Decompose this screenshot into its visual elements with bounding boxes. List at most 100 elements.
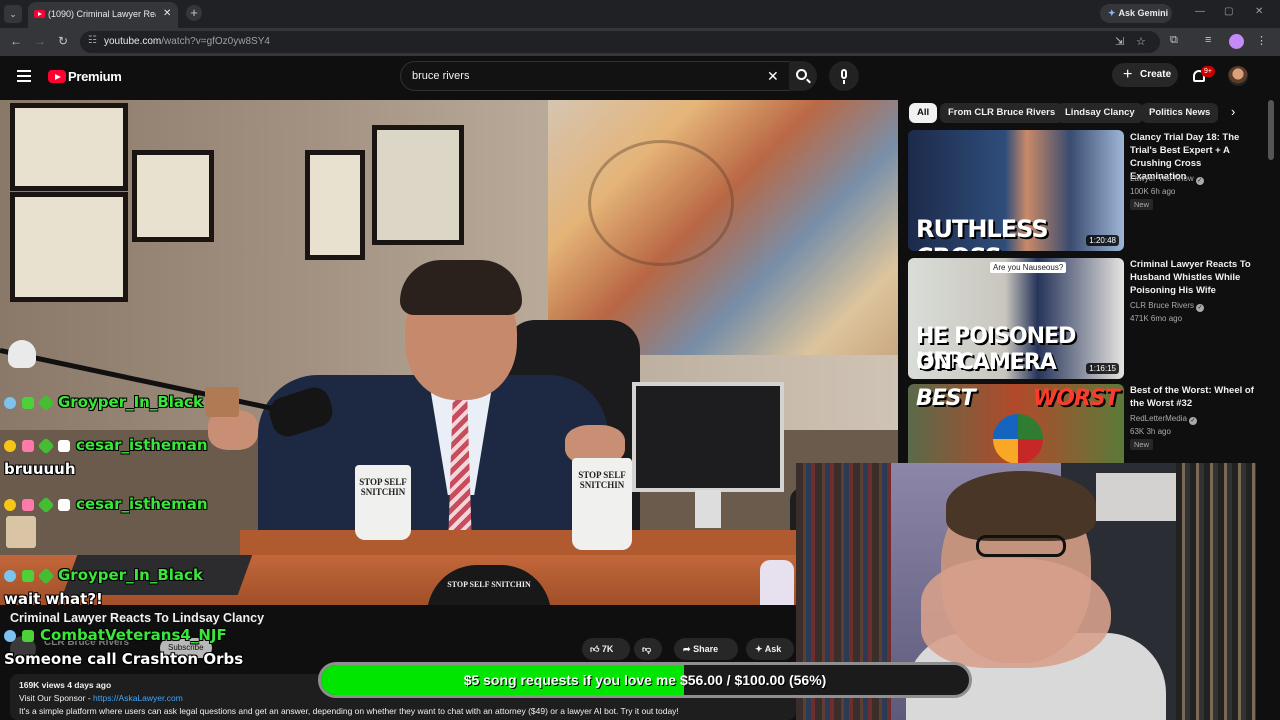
ghost-emote-icon [8, 340, 36, 368]
chat-message: Groyper_In_Black [4, 566, 203, 586]
back-arrow-icon[interactable]: ← [10, 34, 22, 48]
glasses [976, 535, 1066, 557]
install-app-icon[interactable]: ⇲ [1115, 35, 1124, 48]
diploma-frame [132, 150, 214, 242]
forward-arrow-icon[interactable]: → [34, 34, 46, 48]
video-duration: 1:16:15 [1086, 363, 1119, 374]
chat-username: Groyper_In_Black [58, 566, 203, 584]
close-window-icon[interactable]: ✕ [1255, 6, 1263, 17]
thumbnail-note: Are you Nauseous? [990, 262, 1067, 273]
clear-search-icon[interactable]: ✕ [767, 68, 779, 85]
ask-label: Ask [764, 644, 782, 654]
like-button[interactable]: 👍︎ 7K [582, 638, 630, 660]
chip-politics-news[interactable]: Politics News [1141, 103, 1219, 123]
search-icon [796, 69, 807, 80]
verified-check-icon: ✓ [1196, 304, 1205, 312]
chat-username: cesar_istheman [76, 436, 208, 454]
guide-menu-icon[interactable] [17, 70, 31, 82]
page-scrollbar[interactable] [1268, 100, 1274, 160]
verified-check-icon: ✓ [1195, 177, 1204, 185]
microphone-icon [841, 69, 847, 79]
recommendation-title[interactable]: Best of the Worst: Wheel of the Worst #3… [1130, 384, 1260, 410]
chevron-right-icon[interactable]: › [1231, 104, 1235, 119]
new-badge: New [1130, 439, 1154, 450]
extensions-icon[interactable]: ⧉ [1170, 34, 1178, 47]
thumbnail-caption-line-2: ON CAMERA [916, 350, 1057, 375]
dislike-button[interactable]: 👎︎ [634, 638, 662, 660]
recommendation-channel[interactable]: Lawyer You Know ✓ [1130, 172, 1260, 185]
chat-message-text: bruuuuh [4, 460, 76, 478]
stop-self-snitchin-glass-mug: STOP SELF SNITCHIN [572, 458, 632, 550]
plus-icon: + [1123, 66, 1133, 83]
minimize-icon[interactable]: — [1195, 6, 1205, 17]
chat-username: CombatVeterans4_NJF [40, 626, 227, 644]
thumbnail-caption-best: BEST [916, 386, 976, 411]
donation-goal-bar: $5 song requests if you love me $56.00 /… [318, 662, 972, 698]
chat-badges [4, 496, 76, 515]
youtube-favicon-icon [34, 10, 45, 18]
search-button[interactable] [789, 61, 817, 91]
chip-from-clr-bruce-rivers[interactable]: From CLR Bruce Rivers [940, 103, 1064, 123]
browser-toolbar: ← → ↻ ☷ youtube.com/watch?v=gfOz0yw8SY4 … [0, 28, 1280, 56]
maximize-icon[interactable]: ▢ [1224, 6, 1233, 17]
bookshelf [1176, 463, 1256, 720]
goal-text: $5 song requests if you love me $56.00 /… [463, 672, 827, 688]
share-arrow-icon: ➦ [683, 644, 691, 654]
chip-lindsay-clancy[interactable]: Lindsay Clancy [1057, 103, 1143, 123]
media-controls-icon[interactable]: ≡ [1205, 34, 1211, 46]
youtube-masthead: Premium bruce rivers ✕ + Create 9+ [0, 56, 1280, 100]
tab-title: (1090) Criminal Lawyer Reacts T [48, 9, 156, 19]
sponsor-line: Visit Our Sponsor - https://AskaLawyer.c… [19, 693, 183, 703]
browser-tab[interactable]: (1090) Criminal Lawyer Reacts T ✕ [28, 2, 178, 28]
desk-monitor [632, 382, 784, 492]
chat-badges [4, 567, 58, 586]
account-avatar[interactable] [1228, 66, 1248, 86]
thumbs-up-icon: 👍︎ [590, 644, 600, 654]
recommendation-thumbnail[interactable]: RUTHLESS CROSS 1:20:48 [908, 130, 1124, 251]
chat-badges [4, 394, 58, 413]
bookmark-star-icon[interactable]: ☆ [1136, 35, 1146, 48]
certificate-frame [305, 150, 365, 260]
recommendation-channel[interactable]: RedLetterMedia ✓ [1130, 412, 1260, 425]
new-tab-button[interactable]: + [186, 5, 202, 21]
tab-search-icon[interactable]: ⌄ [4, 5, 22, 23]
recommendation-channel[interactable]: CLR Bruce Rivers ✓ [1130, 299, 1260, 312]
chat-message: CombatVeterans4_NJF [4, 626, 227, 646]
address-bar[interactable]: ☷ youtube.com/watch?v=gfOz0yw8SY4 ⇲ ☆ [80, 31, 1160, 53]
recommendation-thumbnail[interactable]: BEST WORST [908, 384, 1124, 464]
description-text: It's a simple platform where users can a… [19, 706, 679, 716]
youtube-logo-icon[interactable] [48, 70, 66, 83]
voice-search-button[interactable] [829, 61, 859, 91]
url-text: youtube.com/watch?v=gfOz0yw8SY4 [104, 36, 270, 47]
chat-message-text: wait what?! [4, 590, 103, 608]
recommendation-thumbnail[interactable]: Are you Nauseous? HE POISONED HER ON CAM… [908, 258, 1124, 379]
share-label: Share [693, 644, 719, 654]
video-player[interactable]: STOP SELF SNITCHIN STOP SELF SNITCHIN ST… [0, 100, 898, 605]
create-button[interactable]: + Create [1112, 63, 1178, 87]
channel-name: RedLetterMedia [1130, 414, 1187, 423]
tab-close-icon[interactable]: ✕ [163, 8, 171, 19]
chip-all[interactable]: All [909, 103, 938, 123]
ask-button[interactable]: ✦ Ask [746, 638, 794, 660]
streamer-hand [921, 558, 1111, 668]
recommendation-title[interactable]: Criminal Lawyer Reacts To Husband Whistl… [1130, 258, 1260, 297]
chat-message: Groyper_In_Black [4, 393, 203, 413]
chat-emote-icon [6, 516, 36, 548]
sponsor-link[interactable]: https://AskaLawyer.com [93, 693, 183, 703]
recommendation-stats: 100K 6h ago [1130, 187, 1176, 196]
share-button[interactable]: ➦ Share [674, 638, 738, 660]
ask-gemini-button[interactable]: ✦ Ask Gemini [1100, 4, 1172, 23]
create-label: Create [1140, 69, 1172, 80]
chat-message: cesar_istheman [4, 436, 208, 456]
browser-menu-icon[interactable]: ⋮ [1256, 34, 1267, 47]
search-input[interactable]: bruce rivers ✕ [400, 61, 790, 91]
reload-icon[interactable]: ↻ [58, 34, 68, 48]
water-bottle [760, 560, 794, 605]
browser-profile-avatar[interactable] [1229, 34, 1244, 49]
youtube-premium-brand[interactable]: Premium [68, 69, 122, 84]
chat-emote-icon [205, 387, 239, 417]
chat-message-text: Someone call Crashton Orbs [4, 650, 244, 668]
site-info-icon[interactable]: ☷ [88, 35, 97, 46]
wall-painting [548, 100, 898, 355]
chat-badges [4, 437, 76, 456]
